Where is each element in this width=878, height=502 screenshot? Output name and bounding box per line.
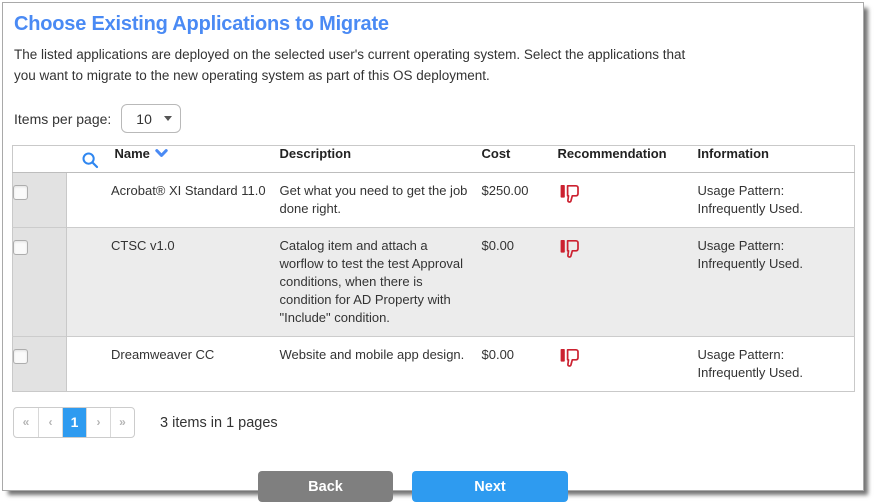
items-per-page-select[interactable]: 10 — [121, 104, 181, 133]
app-name-cell: CTSC v1.0 — [67, 228, 276, 337]
column-header-name-label: Name — [115, 146, 150, 161]
page-title: Choose Existing Applications to Migrate — [14, 13, 854, 36]
caret-down-icon — [164, 116, 172, 121]
app-name-cell: Dreamweaver CC — [67, 337, 276, 392]
search-icon[interactable] — [81, 151, 99, 169]
column-header-description: Description — [276, 146, 478, 173]
app-information-cell: Usage Pattern: Infrequently Used. — [694, 228, 855, 337]
pagination-prev-button[interactable]: ‹ — [38, 408, 62, 437]
row-select-cell — [13, 337, 67, 392]
app-cost-cell: $250.00 — [478, 173, 554, 228]
table-row: CTSC v1.0 Catalog item and attach a worf… — [13, 228, 855, 337]
migration-wizard-dialog: Choose Existing Applications to Migrate … — [2, 2, 864, 491]
pagination-page-1-button[interactable]: 1 — [62, 408, 86, 437]
row-select-checkbox[interactable] — [13, 240, 28, 255]
select-column-header — [13, 146, 67, 173]
app-cost-cell: $0.00 — [478, 228, 554, 337]
page-description: The listed applications are deployed on … — [14, 44, 854, 86]
pagination-last-button[interactable]: » — [110, 408, 134, 437]
pagination-row: « ‹ 1 › » 3 items in 1 pages — [13, 407, 854, 438]
pagination-next-button[interactable]: › — [86, 408, 110, 437]
app-description-cell: Website and mobile app design. — [276, 337, 478, 392]
pagination: « ‹ 1 › » — [13, 407, 135, 438]
app-information-cell: Usage Pattern: Infrequently Used. — [694, 173, 855, 228]
table-row: Dreamweaver CC Website and mobile app de… — [13, 337, 855, 392]
app-information-cell: Usage Pattern: Infrequently Used. — [694, 337, 855, 392]
thumbs-down-icon — [558, 248, 582, 263]
row-select-checkbox[interactable] — [13, 185, 28, 200]
column-header-cost: Cost — [478, 146, 554, 173]
thumbs-down-icon — [558, 357, 582, 372]
table-row: Acrobat® XI Standard 11.0 Get what you n… — [13, 173, 855, 228]
pagination-summary: 3 items in 1 pages — [160, 415, 278, 431]
column-header-information: Information — [694, 146, 855, 173]
app-name-cell: Acrobat® XI Standard 11.0 — [67, 173, 276, 228]
app-cost-cell: $0.00 — [478, 337, 554, 392]
next-button[interactable]: Next — [412, 471, 568, 502]
applications-table: Name Description Cost Recommendation Inf… — [12, 145, 855, 392]
row-select-cell — [13, 173, 67, 228]
column-header-name[interactable]: Name — [67, 146, 276, 173]
app-recommendation-cell — [554, 228, 694, 337]
items-per-page-row: Items per page: 10 — [14, 104, 854, 133]
wizard-footer: Back Next — [12, 471, 854, 502]
app-description-cell: Catalog item and attach a worflow to tes… — [276, 228, 478, 337]
back-button[interactable]: Back — [258, 471, 393, 502]
items-per-page-label: Items per page: — [14, 111, 111, 127]
thumbs-down-icon — [558, 193, 582, 208]
page-description-line2: you want to migrate to the new operating… — [14, 65, 854, 86]
app-recommendation-cell — [554, 337, 694, 392]
items-per-page-value: 10 — [136, 111, 152, 127]
table-header-row: Name Description Cost Recommendation Inf… — [13, 146, 855, 173]
pagination-first-button[interactable]: « — [14, 408, 38, 437]
row-select-checkbox[interactable] — [13, 349, 28, 364]
page-description-line1: The listed applications are deployed on … — [14, 44, 854, 65]
column-header-recommendation: Recommendation — [554, 146, 694, 173]
app-description-cell: Get what you need to get the job done ri… — [276, 173, 478, 228]
sort-descending-icon — [155, 146, 168, 161]
row-select-cell — [13, 228, 67, 337]
app-recommendation-cell — [554, 173, 694, 228]
